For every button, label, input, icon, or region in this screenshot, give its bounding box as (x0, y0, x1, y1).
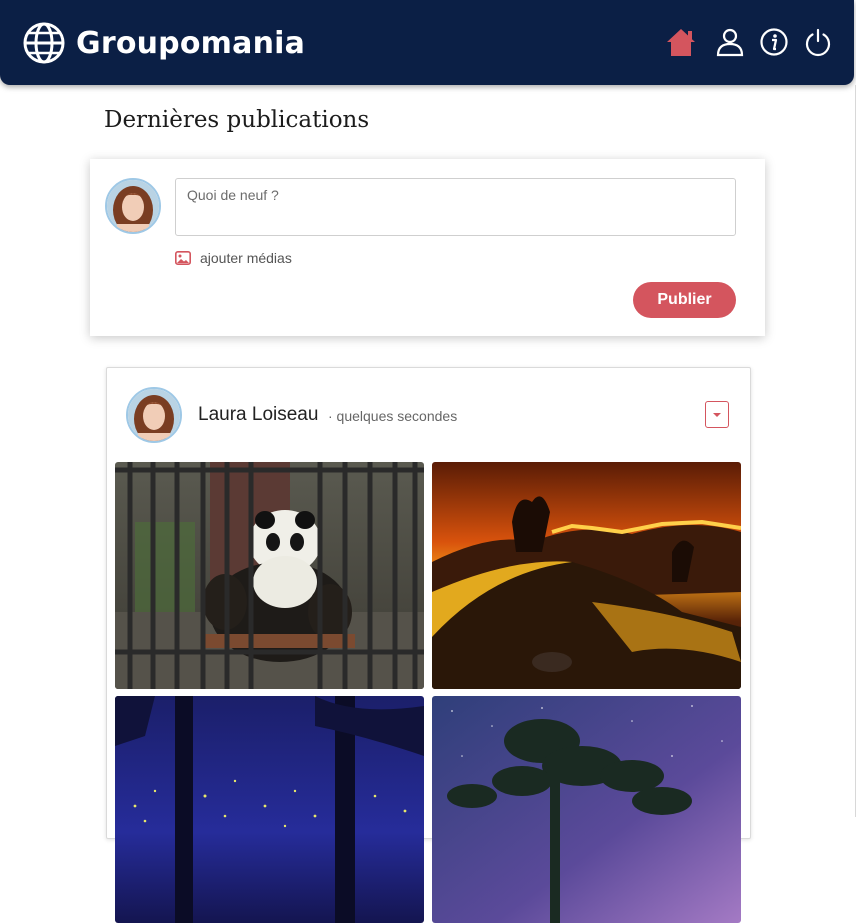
image-icon (175, 251, 191, 265)
post-author-avatar[interactable] (126, 387, 182, 443)
home-icon (667, 29, 695, 56)
add-media-button[interactable]: ajouter médias (175, 250, 292, 266)
top-navigation-bar: Groupomania (0, 0, 854, 85)
brand[interactable]: Groupomania (22, 21, 305, 65)
brand-name: Groupomania (76, 25, 306, 61)
user-icon (716, 28, 744, 57)
avatar (105, 178, 161, 234)
post-card: Laura Loiseau · quelques secondes (106, 367, 751, 923)
post-image-fireflies[interactable] (115, 696, 424, 923)
home-nav-button[interactable] (665, 26, 697, 58)
post-image-starry-tree[interactable] (432, 696, 741, 923)
post-image-wildfire[interactable] (432, 462, 741, 689)
globe-logo-icon (23, 22, 65, 64)
power-icon (805, 28, 831, 57)
info-icon (760, 28, 788, 56)
post-image-panda[interactable] (115, 462, 424, 689)
add-media-label: ajouter médias (200, 250, 292, 266)
post-timestamp: · quelques secondes (328, 408, 458, 424)
info-nav-button[interactable] (758, 26, 790, 58)
profile-nav-button[interactable] (714, 26, 746, 58)
post-options-button[interactable] (705, 401, 729, 428)
post-composer: ajouter médias Publier (90, 159, 765, 336)
logout-nav-button[interactable] (802, 26, 834, 58)
publish-button[interactable]: Publier (633, 282, 736, 318)
new-post-input[interactable] (175, 178, 736, 236)
page-title: Dernières publications (104, 107, 370, 133)
caret-down-icon (713, 412, 721, 417)
post-author-name[interactable]: Laura Loiseau (198, 404, 318, 426)
